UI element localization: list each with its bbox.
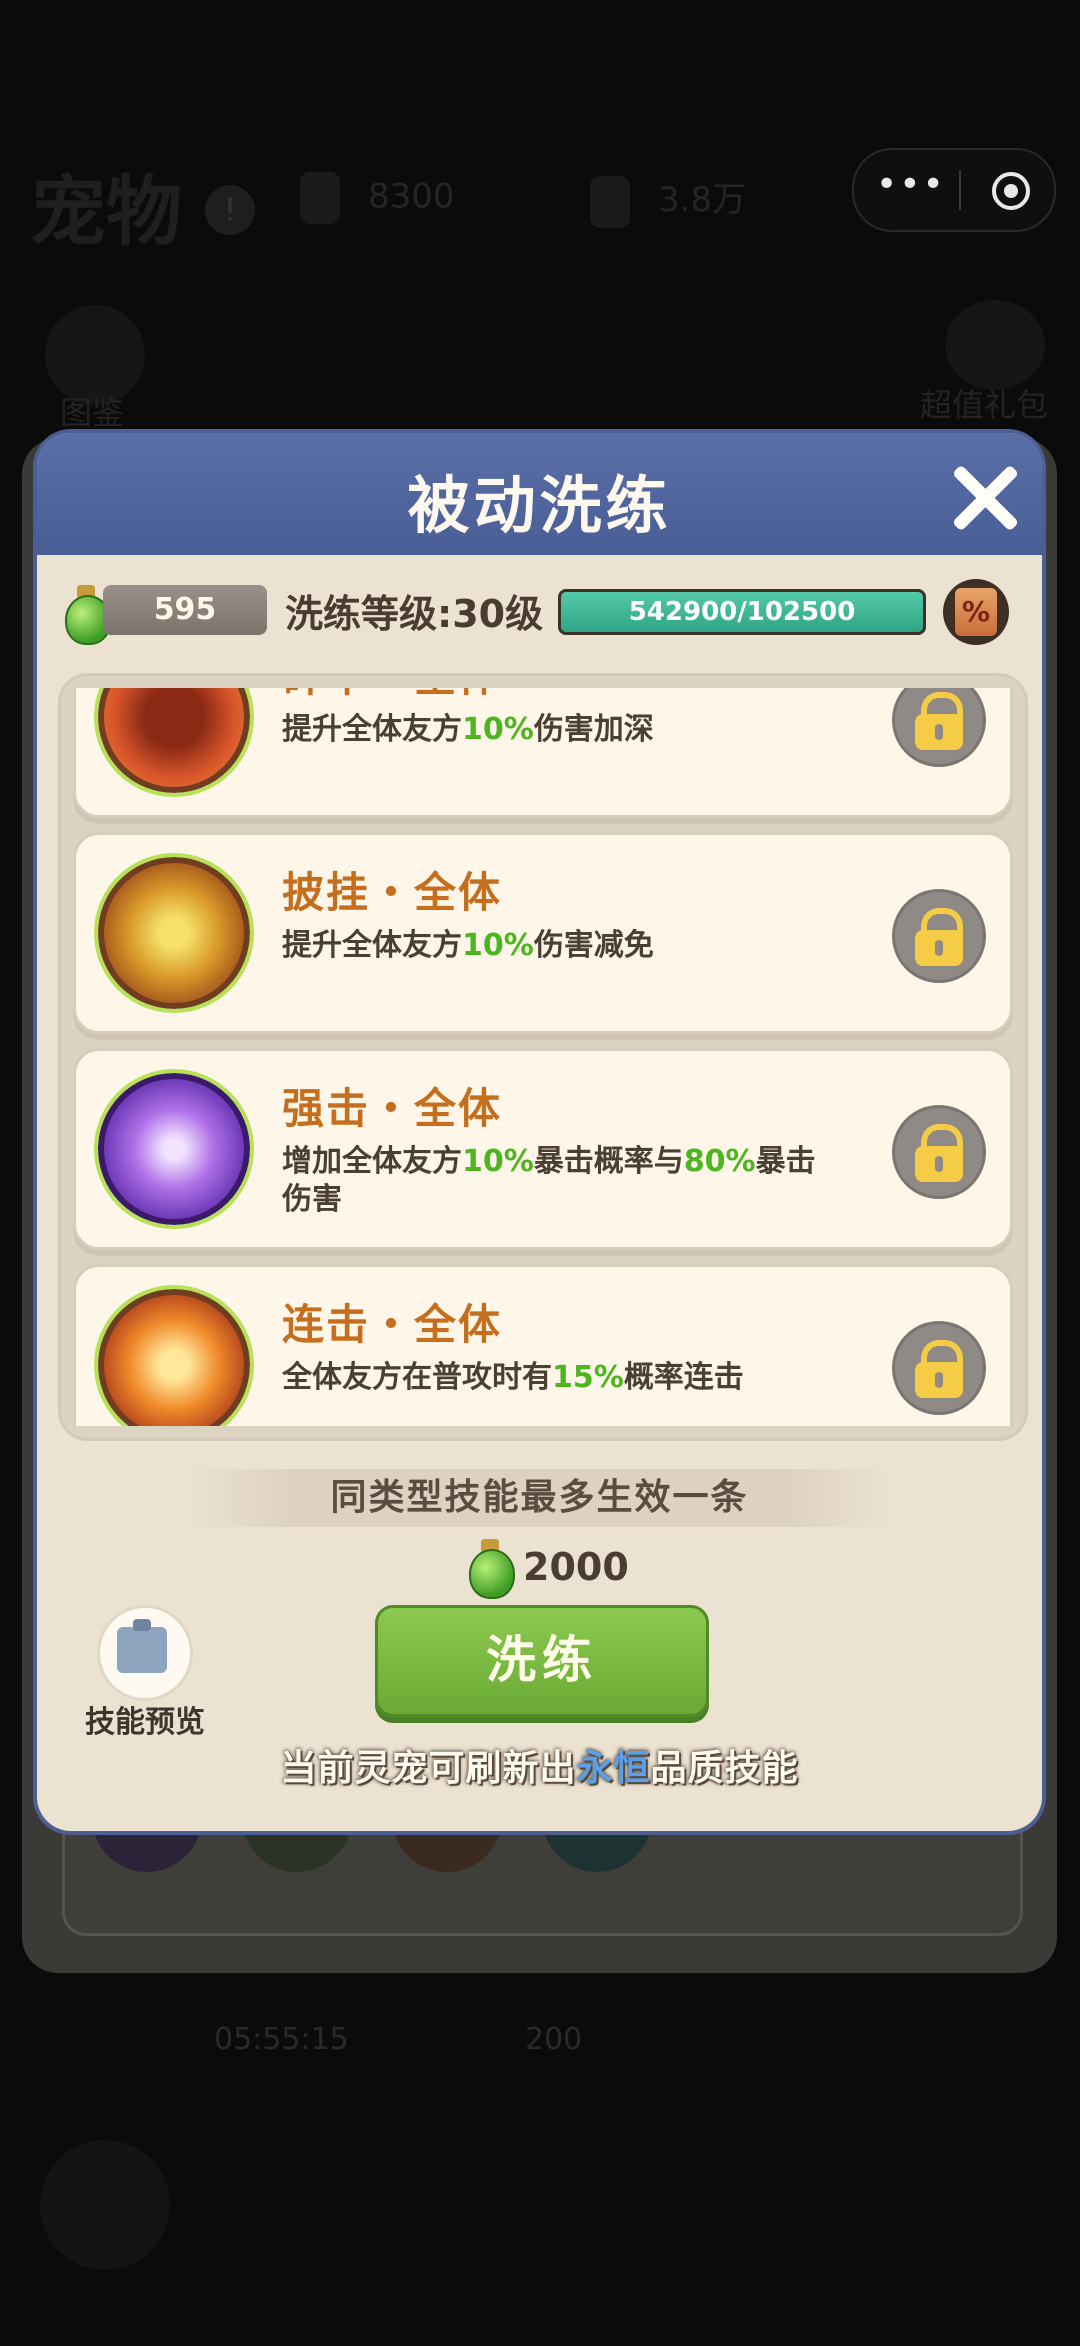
critical-strike-icon [94, 1069, 254, 1229]
bg-resource-2: 3.8万 [590, 172, 746, 228]
more-menu-icon[interactable]: ••• [876, 164, 946, 205]
bg-gift-label: 超值礼包 [920, 386, 1049, 424]
armor-icon [94, 853, 254, 1013]
cost-value: 2000 [523, 1545, 629, 1589]
bg-cost: 200 [525, 2022, 583, 2057]
refine-cost: 2000 [37, 1531, 1042, 1601]
skill-card: 强击・全体 增加全体友方10%暴击概率与80%暴击伤害 [73, 1048, 1013, 1250]
bg-back-button [40, 2140, 170, 2270]
bg-info-badge: ! [205, 185, 255, 235]
refine-button[interactable]: 洗练 [375, 1605, 709, 1717]
skill-name: 碎甲・全体 [282, 688, 502, 704]
miniprogram-capsule: ••• [852, 148, 1056, 232]
potion-icon [300, 172, 340, 224]
skill-lock-button[interactable] [892, 889, 986, 983]
skill-description: 全体友方在普攻时有15%概率连击 [282, 1360, 744, 1395]
modal-title: 被动洗练 [407, 469, 672, 542]
clipboard-icon [117, 1619, 167, 1673]
bg-resource-1: 8300 [300, 172, 455, 224]
energy-count: 595 [103, 585, 267, 635]
skill-card: 碎甲・全体 提升全体友方10%伤害加深 [73, 688, 1013, 818]
skill-name: 连击・全体 [282, 1300, 503, 1349]
probability-scroll-icon[interactable]: % [943, 579, 1009, 645]
close-miniprogram-icon[interactable] [992, 172, 1030, 210]
skill-lock-button[interactable] [892, 1321, 986, 1415]
capsule-divider [959, 170, 961, 210]
skill-rule-note: 同类型技能最多生效一条 [187, 1469, 892, 1527]
combo-icon [94, 1285, 254, 1426]
shield-break-icon [94, 688, 254, 797]
modal-header: 被动洗练 [37, 433, 1042, 555]
bg-catalog-label: 图鉴 [60, 394, 125, 432]
skill-preview-button[interactable]: 技能预览 [75, 1605, 205, 1740]
bg-gift-icon [945, 300, 1045, 390]
skill-list[interactable]: 碎甲・全体 提升全体友方10%伤害加深 披挂・全体 提升全体友方10%伤害减免 … [58, 673, 1028, 1441]
skill-name: 披挂・全体 [282, 868, 503, 917]
skill-list-viewport: 碎甲・全体 提升全体友方10%伤害加深 披挂・全体 提升全体友方10%伤害减免 … [73, 688, 1013, 1426]
skill-lock-button[interactable] [892, 1105, 986, 1199]
close-button[interactable] [949, 463, 1019, 533]
crystal-icon [590, 175, 630, 228]
skill-name: 强击・全体 [282, 1084, 503, 1133]
bg-page-title: 宠物 [30, 167, 182, 256]
skill-description: 提升全体友方10%伤害减免 [282, 928, 654, 963]
quality-hint: 当前灵宠可刷新出永恒品质技能 [280, 1748, 799, 1789]
bg-timer: 05:55:15 [214, 2022, 349, 2057]
skill-card: 披挂・全体 提升全体友方10%伤害减免 [73, 832, 1013, 1034]
passive-refine-modal: 被动洗练 595 洗练等级:30级 542900/102500 % 碎甲・全体 … [37, 433, 1042, 1831]
skill-preview-label: 技能预览 [85, 1705, 205, 1740]
exp-progress-text: 542900/102500 [628, 597, 856, 627]
skill-lock-button[interactable] [892, 688, 986, 767]
eternal-quality: 永恒 [576, 1748, 651, 1789]
skill-description: 增加全体友方10%暴击概率与80%暴击伤害 [282, 1144, 816, 1217]
potion-icon [467, 1539, 515, 1599]
skill-card: 连击・全体 全体友方在普攻时有15%概率连击 [73, 1264, 1013, 1426]
exp-progress-bar: 542900/102500 [558, 589, 926, 635]
skill-description: 提升全体友方10%伤害加深 [282, 712, 654, 747]
refine-level: 洗练等级:30级 [285, 592, 544, 636]
stat-row: 595 洗练等级:30级 542900/102500 % [37, 571, 1042, 651]
